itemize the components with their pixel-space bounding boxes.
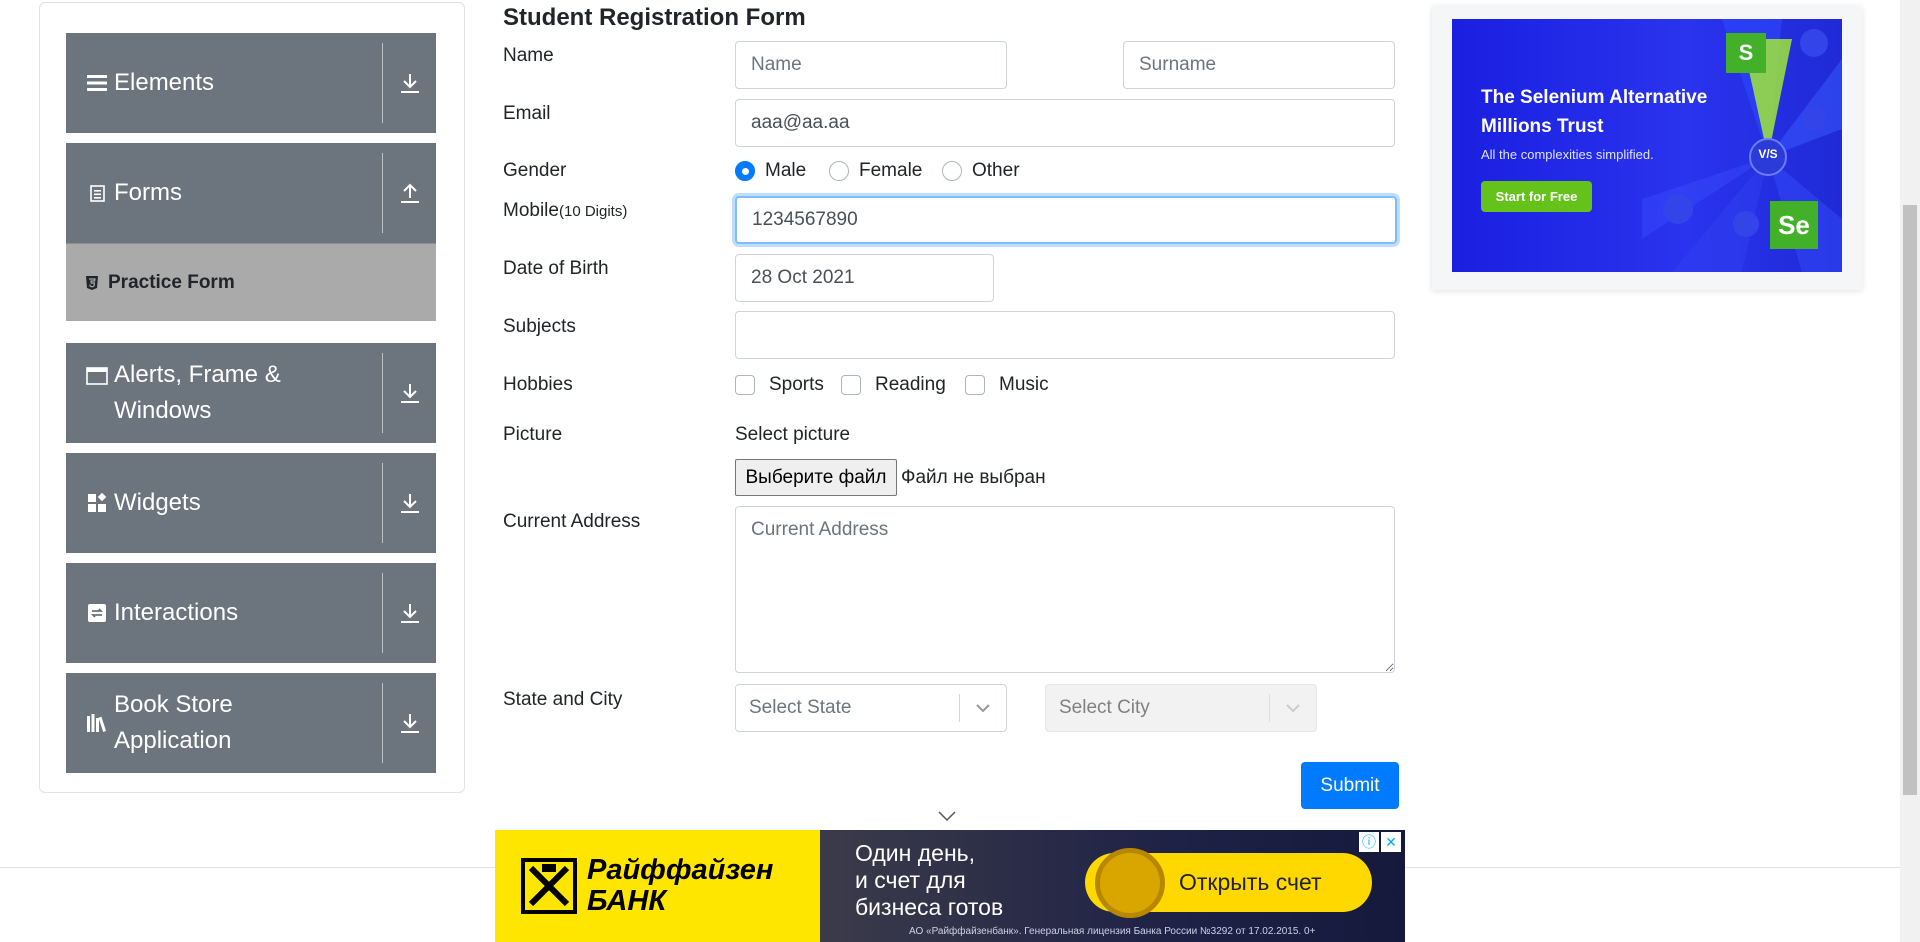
hobby-checkbox-music[interactable]: Music	[965, 374, 1049, 396]
sidebar: Elements Forms Practice Form Alerts, Fra…	[39, 2, 465, 793]
sidebar-group-widgets[interactable]: Widgets	[66, 453, 436, 553]
page: Elements Forms Practice Form Alerts, Fra…	[0, 0, 1920, 942]
hobbies-label: Hobbies	[503, 374, 573, 395]
window-icon	[86, 367, 108, 385]
coin-icon	[1095, 847, 1165, 918]
radio-icon[interactable]	[829, 161, 849, 181]
state-city-label: State and City	[503, 689, 623, 710]
registration-form: Student Registration Form Name Email Gen…	[503, 0, 1399, 830]
email-label: Email	[503, 103, 551, 124]
gender-radio-other[interactable]: Other	[942, 160, 1020, 182]
dob-input[interactable]	[735, 254, 994, 302]
bank-ad-banner[interactable]: Райффайзен БАНК Один день, и счет для би…	[495, 830, 1405, 942]
info-icon[interactable]: ⓘ	[1359, 832, 1379, 852]
choose-file-button[interactable]: Выберите файл	[735, 459, 897, 496]
ad-subtext: All the complexities simplified.	[1481, 147, 1654, 162]
select-picture-label: Select picture	[735, 424, 851, 445]
document-icon	[86, 184, 108, 202]
last-name-input[interactable]	[1123, 41, 1395, 89]
sidebar-group-interactions[interactable]: Interactions	[66, 563, 436, 663]
subjects-label: Subjects	[503, 316, 576, 337]
subjects-input[interactable]	[735, 311, 1395, 359]
sidebar-item-label: Practice Form	[108, 271, 235, 293]
se-badge: Se	[1770, 201, 1818, 249]
bank-ad-cta-button[interactable]: Открыть счет	[1085, 847, 1372, 918]
sidebar-item-practice-form[interactable]: Practice Form	[66, 243, 436, 321]
bank-logo-icon	[521, 858, 577, 914]
sidebar-group-book-store[interactable]: Book Store Application	[66, 673, 436, 773]
chevron-down-icon[interactable]	[937, 809, 957, 827]
interactions-icon	[86, 604, 108, 622]
download-arrow-icon[interactable]	[396, 597, 424, 629]
gender-radio-female[interactable]: Female	[829, 160, 922, 182]
mobile-input[interactable]	[735, 196, 1397, 244]
upload-arrow-icon[interactable]	[396, 177, 424, 209]
email-input[interactable]	[735, 99, 1395, 147]
page-title: Student Registration Form	[503, 4, 806, 31]
s-badge: S	[1726, 33, 1766, 73]
current-address-label: Current Address	[503, 511, 641, 532]
ad-cta-button[interactable]: Start for Free	[1481, 181, 1592, 212]
sidebar-group-label: Alerts, Frame & Windows	[114, 361, 281, 424]
ad-choices[interactable]: ⓘ ✕	[1359, 832, 1401, 852]
widgets-icon	[86, 493, 108, 513]
state-select[interactable]: Select State	[735, 684, 1007, 732]
checkbox-icon[interactable]	[735, 375, 755, 395]
bank-logo-area: Райффайзен БАНК	[495, 830, 820, 942]
file-status: Файл не выбран	[901, 467, 1046, 488]
download-arrow-icon[interactable]	[396, 67, 424, 99]
download-arrow-icon[interactable]	[396, 707, 424, 739]
page-scrollbar[interactable]	[1900, 0, 1920, 942]
hobby-checkbox-sports[interactable]: Sports	[735, 374, 824, 396]
close-icon[interactable]: ✕	[1381, 832, 1401, 852]
bank-brand-name: Райффайзен БАНК	[587, 854, 774, 917]
gender-radio-male[interactable]: Male	[735, 160, 806, 182]
current-address-input[interactable]	[735, 506, 1395, 673]
gender-label: Gender	[503, 160, 567, 181]
checkbox-icon[interactable]	[841, 375, 861, 395]
sidebar-group-forms[interactable]: Forms Practice Form	[66, 143, 436, 321]
sidebar-group-alerts[interactable]: Alerts, Frame & Windows	[66, 343, 436, 443]
download-arrow-icon[interactable]	[396, 377, 424, 409]
sidebar-group-label: Widgets	[114, 489, 201, 516]
vs-badge: V/S	[1758, 147, 1778, 161]
bank-ad-legal: АО «Райффайзенбанк». Генеральная лицензи…	[909, 926, 1316, 937]
city-select[interactable]: Select City	[1045, 684, 1317, 732]
sidebar-group-label: Elements	[114, 69, 215, 96]
mobile-label: Mobile(10 Digits)	[503, 200, 628, 221]
sidebar-group-label: Book Store Application	[114, 691, 233, 754]
scrollbar-thumb[interactable]	[1903, 205, 1917, 795]
submit-button[interactable]: Submit	[1301, 762, 1399, 809]
radio-checked-icon[interactable]	[735, 161, 755, 181]
bank-ad-message: Один день, и счет для бизнеса готов	[855, 840, 1004, 920]
sidebar-group-label: Interactions	[114, 599, 239, 626]
picture-label: Picture	[503, 424, 563, 445]
hobby-checkbox-reading[interactable]: Reading	[841, 374, 946, 396]
radio-icon[interactable]	[942, 161, 962, 181]
ad-creative[interactable]: S V/S Se The Selenium Alternative Millio…	[1452, 19, 1842, 272]
ad-headline: The Selenium Alternative Millions Trust	[1481, 87, 1708, 137]
download-arrow-icon[interactable]	[396, 487, 424, 519]
chevron-down-icon[interactable]	[1270, 703, 1316, 713]
first-name-input[interactable]	[735, 41, 1007, 89]
hamburger-icon	[86, 74, 108, 92]
sidebar-group-label: Forms	[114, 179, 182, 206]
selenium-ad[interactable]: S V/S Se The Selenium Alternative Millio…	[1432, 6, 1862, 290]
html5-icon	[84, 275, 100, 291]
dob-label: Date of Birth	[503, 258, 609, 279]
books-icon	[86, 713, 108, 733]
name-label: Name	[503, 45, 554, 66]
chevron-down-icon[interactable]	[960, 703, 1006, 713]
checkbox-icon[interactable]	[965, 375, 985, 395]
sidebar-group-elements[interactable]: Elements	[66, 33, 436, 133]
